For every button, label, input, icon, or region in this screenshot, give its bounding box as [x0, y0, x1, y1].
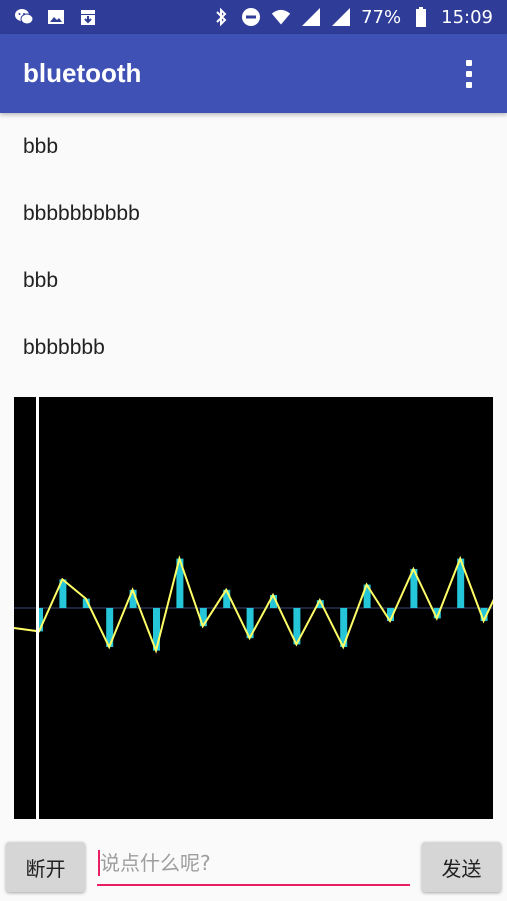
wifi-icon — [271, 7, 291, 27]
wechat-icon — [14, 7, 34, 27]
message-list[interactable]: bbb bbbbbbbbbb bbb bbbbbbb — [0, 113, 507, 381]
status-bar: 77% 15:09 — [0, 0, 507, 34]
message-input[interactable] — [97, 844, 413, 882]
list-item[interactable]: bbbbbbb — [0, 314, 507, 381]
do-not-disturb-icon — [241, 7, 261, 27]
send-button[interactable]: 发送 — [422, 842, 501, 892]
waveform-canvas — [14, 397, 493, 819]
download-icon — [78, 7, 98, 27]
battery-icon — [411, 7, 431, 27]
clock: 15:09 — [441, 6, 493, 28]
signal-icon — [301, 7, 321, 27]
signal-icon-2 — [331, 7, 351, 27]
app-title: bluetooth — [23, 58, 142, 88]
list-item[interactable]: bbb — [0, 247, 507, 314]
overflow-dot — [466, 81, 472, 88]
list-item[interactable]: bbb — [0, 113, 507, 180]
overflow-dot — [466, 59, 472, 66]
image-icon — [46, 7, 66, 27]
battery-percent: 77% — [361, 6, 402, 28]
message-input-wrapper[interactable] — [97, 844, 413, 886]
waveform-cursor — [36, 397, 39, 819]
bluetooth-icon — [211, 7, 231, 27]
overflow-menu-icon[interactable] — [449, 46, 489, 102]
app-bar: bluetooth — [0, 34, 507, 113]
waveform-view — [14, 397, 493, 819]
overflow-dot — [466, 70, 472, 77]
list-item[interactable]: bbbbbbbbbb — [0, 180, 507, 247]
composer-bar: 断开 发送 — [0, 832, 507, 901]
disconnect-button[interactable]: 断开 — [6, 842, 85, 892]
text-cursor — [98, 850, 100, 876]
